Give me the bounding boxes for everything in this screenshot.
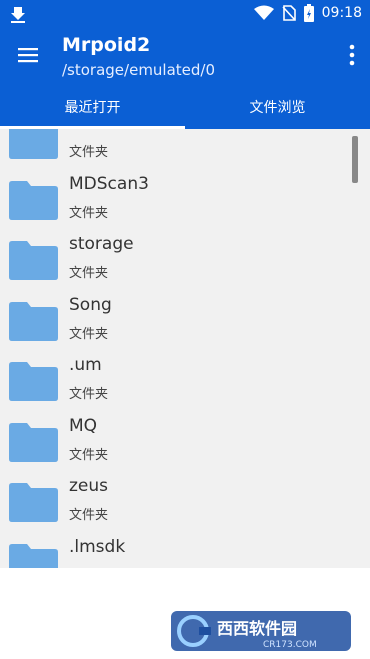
- folder-icon: [9, 362, 58, 401]
- status-time: 09:18: [321, 5, 362, 21]
- file-list[interactable]: 文件夹 MDScan3 文件夹 storage 文件夹 Song 文件夹 .um…: [0, 129, 370, 568]
- item-type: 文件夹: [69, 447, 109, 463]
- tab-file-browser[interactable]: 文件浏览: [185, 89, 370, 129]
- app-bar: Mrpoid2 /storage/emulated/0: [0, 28, 370, 89]
- list-item[interactable]: 文件夹: [0, 129, 370, 164]
- list-item[interactable]: Song 文件夹: [0, 285, 370, 346]
- list-item[interactable]: storage 文件夹: [0, 224, 370, 285]
- folder-icon: [9, 241, 58, 280]
- menu-icon[interactable]: [16, 45, 40, 65]
- current-path: /storage/emulated/0: [62, 61, 216, 79]
- battery-charging-icon: [303, 4, 314, 22]
- list-item[interactable]: .lmsdk 文件夹: [0, 527, 370, 568]
- wifi-icon: [253, 5, 274, 20]
- list-item[interactable]: zeus 文件夹: [0, 466, 370, 527]
- folder-icon: [9, 422, 58, 462]
- folder-icon: [9, 483, 58, 522]
- item-name: Song: [69, 294, 112, 315]
- tab-recent[interactable]: 最近打开: [0, 89, 185, 129]
- download-icon: [11, 7, 25, 23]
- item-name: MDScan3: [69, 173, 149, 194]
- item-name: MQ: [69, 415, 98, 436]
- folder-icon: [9, 543, 58, 568]
- item-type: 文件夹: [69, 326, 109, 342]
- list-item[interactable]: .um 文件夹: [0, 345, 370, 406]
- item-name: zeus: [69, 476, 109, 496]
- list-item[interactable]: MQ 文件夹: [0, 406, 370, 467]
- app-title: Mrpoid2: [62, 34, 151, 56]
- folder-icon: [9, 180, 58, 220]
- item-type: 文件夹: [69, 508, 109, 523]
- watermark-url: CR173.COM: [263, 640, 317, 650]
- status-bar: 09:18: [0, 0, 370, 28]
- folder-icon: [9, 301, 58, 341]
- item-name: .um: [69, 355, 102, 375]
- tab-bar: 最近打开 文件浏览: [0, 89, 370, 129]
- folder-icon: [9, 129, 58, 159]
- item-name: .lmsdk: [69, 536, 126, 557]
- item-type: 文件夹: [69, 145, 109, 160]
- list-item[interactable]: MDScan3 文件夹: [0, 164, 370, 225]
- item-type: 文件夹: [69, 266, 109, 281]
- item-type: 文件夹: [69, 387, 109, 402]
- watermark-text: 西西软件园: [217, 619, 297, 638]
- more-vert-icon[interactable]: [348, 43, 356, 67]
- item-name: storage: [69, 234, 134, 254]
- watermark-logo: 西西软件园 CR173.COM: [171, 611, 351, 651]
- no-sim-icon: [282, 5, 296, 21]
- scrollbar[interactable]: [352, 136, 358, 183]
- item-type: 文件夹: [69, 205, 109, 221]
